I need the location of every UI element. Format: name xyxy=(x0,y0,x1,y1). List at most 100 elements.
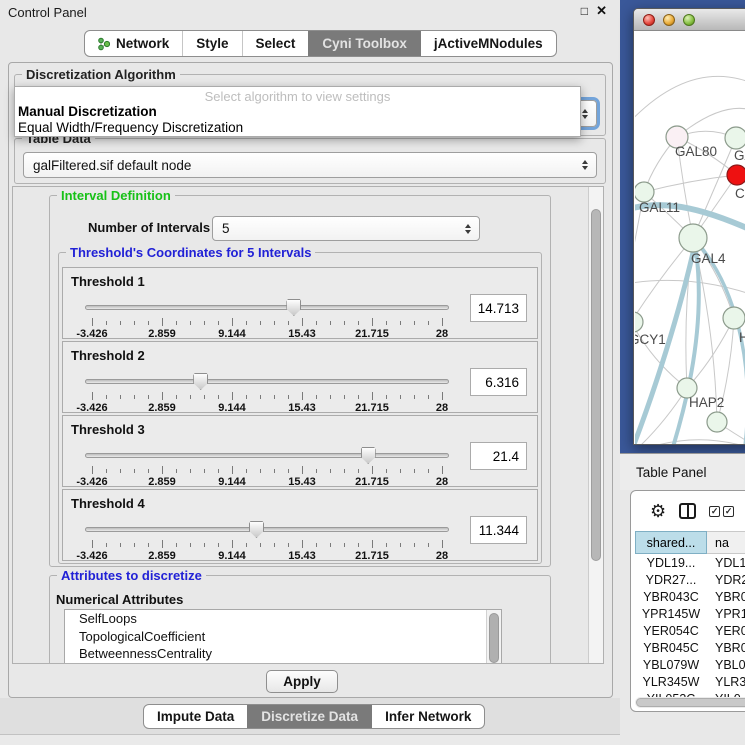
slider-tick-labels: -3.4262.8599.14415.4321.71528 xyxy=(92,328,442,340)
minimize-window-icon[interactable] xyxy=(663,14,675,26)
table-row[interactable]: YDR27...YDR2 xyxy=(635,571,745,588)
tick-mark xyxy=(148,321,149,325)
table-horizontal-scrollbar[interactable] xyxy=(635,697,745,708)
threshold-row-4: Threshold 4-3.4262.8599.14415.4321.71528 xyxy=(62,489,538,561)
table-panel-titlebar: Table Panel xyxy=(620,453,745,490)
table-row[interactable]: YBR043CYBR0 xyxy=(635,588,745,605)
table-row[interactable]: YER054CYER0 xyxy=(635,622,745,639)
slider-thumb[interactable] xyxy=(286,299,301,316)
attribute-item-topologicalcoefficient[interactable]: TopologicalCoefficient xyxy=(65,628,501,646)
network-window-titlebar[interactable] xyxy=(634,9,745,31)
network-node-h[interactable] xyxy=(723,307,745,329)
tab-network[interactable]: Network xyxy=(85,31,182,56)
tick-mark xyxy=(330,469,331,473)
bottom-tab-impute-data[interactable]: Impute Data xyxy=(144,705,247,728)
slider-thumb[interactable] xyxy=(249,521,264,538)
gear-icon[interactable]: ⚙ xyxy=(650,502,666,520)
threshold-slider[interactable]: -3.4262.8599.14415.4321.71528 xyxy=(85,448,449,488)
network-node[interactable] xyxy=(707,412,727,432)
tick-mark xyxy=(344,395,345,399)
tick-mark xyxy=(106,395,107,399)
checkbox-icon[interactable]: ✓ xyxy=(709,506,720,517)
table-scrollbar-thumb[interactable] xyxy=(636,698,745,707)
network-edge[interactable] xyxy=(635,76,745,127)
number-of-intervals-combobox[interactable]: 5 xyxy=(212,216,480,241)
algorithm-option-equal-width-frequency-discretization[interactable]: Equal Width/Frequency Discretization xyxy=(15,120,580,136)
tick-mark xyxy=(134,469,135,473)
tick-mark xyxy=(316,321,317,325)
network-node-gcy1[interactable] xyxy=(635,312,643,332)
table-row[interactable]: YBR045CYBR0 xyxy=(635,639,745,656)
numerical-attributes-list[interactable]: SelfLoopsTopologicalCoefficientBetweenne… xyxy=(64,609,502,664)
tab-cyni-toolbox[interactable]: Cyni Toolbox xyxy=(308,31,420,56)
network-node-c[interactable] xyxy=(727,165,745,185)
slider-track[interactable] xyxy=(85,379,449,384)
tick-mark xyxy=(330,321,331,325)
tick-mark xyxy=(274,469,275,473)
close-window-icon[interactable] xyxy=(643,14,655,26)
tick-mark xyxy=(120,543,121,547)
tab-jactivemnodules[interactable]: jActiveMNodules xyxy=(420,31,556,56)
threshold-slider[interactable]: -3.4262.8599.14415.4321.71528 xyxy=(85,300,449,340)
tick-mark xyxy=(302,318,303,326)
network-edge[interactable] xyxy=(644,175,737,192)
table-data-group: Table Data galFiltered.sif default node xyxy=(14,138,606,184)
close-panel-icon[interactable]: ✕ xyxy=(596,3,607,19)
table-toolbar: ⚙ ✓ ✓ xyxy=(631,491,745,531)
split-columns-icon[interactable] xyxy=(679,503,696,519)
bottom-tab-infer-network[interactable]: Infer Network xyxy=(371,705,484,728)
tick-mark xyxy=(288,543,289,547)
tab-select[interactable]: Select xyxy=(242,31,309,56)
slider-track[interactable] xyxy=(85,527,449,532)
tick-mark xyxy=(162,466,163,474)
network-edge[interactable] xyxy=(635,440,745,444)
attribute-item-betweennesscentrality[interactable]: BetweennessCentrality xyxy=(65,645,501,663)
float-window-icon[interactable]: □ xyxy=(581,4,588,18)
panel-scrollbar-thumb[interactable] xyxy=(591,209,601,561)
network-node-gal11[interactable] xyxy=(635,182,654,202)
tick-label: 21.715 xyxy=(355,328,389,340)
threshold-value-field[interactable] xyxy=(470,368,527,396)
tick-mark xyxy=(106,543,107,547)
table-header-row: shared...na xyxy=(635,531,745,554)
threshold-value-field[interactable] xyxy=(470,294,527,322)
column-header-na[interactable]: na xyxy=(707,531,745,554)
attributes-scrollbar[interactable] xyxy=(486,610,501,664)
threshold-slider[interactable]: -3.4262.8599.14415.4321.71528 xyxy=(85,374,449,414)
zoom-window-icon[interactable] xyxy=(683,14,695,26)
tick-label: -3.426 xyxy=(76,476,107,488)
tick-mark xyxy=(92,392,93,400)
slider-track[interactable] xyxy=(85,453,449,458)
threshold-value-field[interactable] xyxy=(470,442,527,470)
slider-thumb[interactable] xyxy=(361,447,376,464)
tick-mark xyxy=(428,395,429,399)
column-header-shared[interactable]: shared... xyxy=(635,531,707,554)
control-panel-tabbar: NetworkStyleSelectCyni ToolboxjActiveMNo… xyxy=(84,30,557,57)
network-node-ga[interactable] xyxy=(725,127,745,149)
table-data-combobox[interactable]: galFiltered.sif default node xyxy=(23,152,597,178)
attributes-scrollbar-thumb[interactable] xyxy=(489,613,499,663)
tick-mark xyxy=(330,543,331,547)
tick-mark xyxy=(428,321,429,325)
table-row[interactable]: YLR345WYLR3 xyxy=(635,673,745,690)
tick-mark xyxy=(190,321,191,325)
slider-thumb[interactable] xyxy=(193,373,208,390)
bottom-tab-discretize-data[interactable]: Discretize Data xyxy=(247,705,371,728)
checkbox-icon[interactable]: ✓ xyxy=(723,506,734,517)
cell-name: YPR1 xyxy=(707,607,745,621)
table-row[interactable]: YPR145WYPR1 xyxy=(635,605,745,622)
attribute-item-selfloops[interactable]: SelfLoops xyxy=(65,610,501,628)
tab-style[interactable]: Style xyxy=(182,31,241,56)
threshold-slider[interactable]: -3.4262.8599.14415.4321.71528 xyxy=(85,522,449,562)
slider-track[interactable] xyxy=(85,305,449,310)
cyni-bottom-tabbar: Impute DataDiscretize DataInfer Network xyxy=(143,704,485,729)
algorithm-option-manual-discretization[interactable]: Manual Discretization xyxy=(15,104,580,120)
threshold-value-field[interactable] xyxy=(470,516,527,544)
apply-button[interactable]: Apply xyxy=(266,670,338,693)
table-row[interactable]: YBL079WYBL0 xyxy=(635,656,745,673)
network-node-gal4[interactable] xyxy=(679,224,707,252)
table-row[interactable]: YDL19...YDL1 xyxy=(635,554,745,571)
bottom-strip xyxy=(0,734,620,745)
panel-scrollbar[interactable] xyxy=(588,187,603,663)
network-canvas[interactable]: GAL80GACGAL11GAL4GCY1HHAP2 xyxy=(635,32,745,444)
